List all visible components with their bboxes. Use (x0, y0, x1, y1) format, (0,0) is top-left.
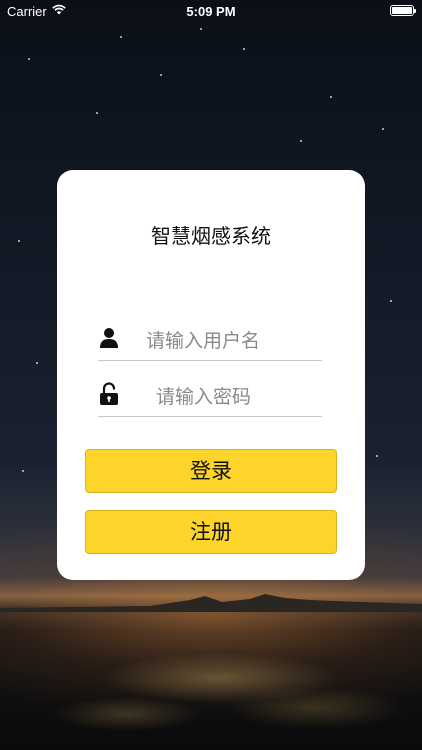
login-card: 智慧烟感系统 请输入用户名 请输入密码 登录 注册 (57, 170, 365, 580)
login-button[interactable]: 登录 (85, 449, 337, 493)
battery-icon (390, 5, 416, 16)
username-placeholder[interactable]: 请输入用户名 (146, 326, 260, 353)
password-placeholder[interactable]: 请输入密码 (156, 382, 251, 409)
clock: 5:09 PM (186, 4, 236, 19)
username-field[interactable]: 请输入用户名 (98, 316, 322, 361)
app-title: 智慧烟感系统 (151, 224, 271, 248)
register-button[interactable]: 注册 (85, 510, 337, 554)
city-lights (0, 630, 422, 750)
password-field[interactable]: 请输入密码 (98, 372, 322, 417)
user-icon (100, 328, 118, 348)
unlock-icon (100, 382, 118, 405)
mountain-silhouette (0, 590, 422, 612)
status-bar: Carrier 5:09 PM (0, 0, 422, 22)
